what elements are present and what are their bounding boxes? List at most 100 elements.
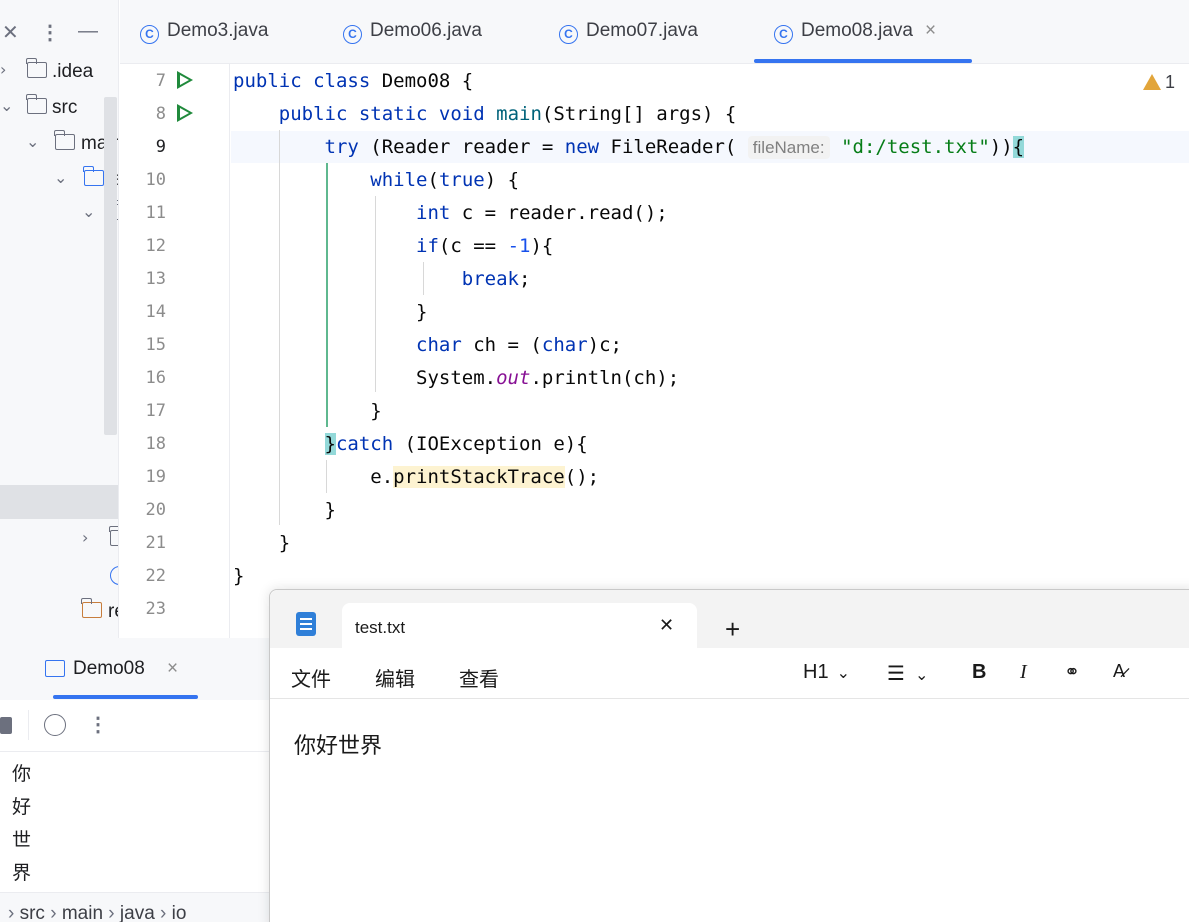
tab-demo07[interactable]: C Demo07.java (559, 20, 698, 44)
bold-icon[interactable]: B (972, 661, 986, 684)
breadcrumb-item[interactable]: java (120, 903, 155, 922)
code-line: } (233, 301, 428, 323)
run-tab-label[interactable]: Demo08 (73, 658, 145, 680)
notepad-text-content[interactable]: 你好世界 (294, 728, 382, 760)
code-line: }catch (IOException e){ (324, 433, 588, 455)
tree-item-resources[interactable]: resources (0, 596, 118, 630)
parameter-hint: fileName: (747, 136, 830, 159)
close-tab-icon[interactable]: ✕ (659, 615, 674, 636)
breadcrumb-item[interactable]: main (62, 903, 103, 922)
spellcheck-icon[interactable]: A̷ (1113, 661, 1125, 682)
active-run-tab-indicator (53, 695, 198, 699)
breadcrumb-item[interactable]: io (172, 903, 187, 922)
code-line: System.out.println(ch); (233, 367, 680, 389)
class-icon (110, 566, 118, 585)
code-line: } (233, 565, 245, 587)
stop-icon[interactable] (0, 717, 12, 734)
chevron-down-icon[interactable]: ⌄ (0, 96, 13, 115)
notepad-app-icon (296, 612, 316, 636)
run-main-icon[interactable] (177, 104, 193, 122)
menu-view[interactable]: 查看 (459, 663, 499, 692)
run-tabs: Demo08 × (0, 638, 270, 700)
class-icon: C (140, 25, 159, 44)
tree-item-subpackage[interactable]: › (0, 524, 118, 558)
line-number: 11 (145, 203, 166, 223)
chevron-down-icon[interactable]: ⌄ (54, 168, 67, 187)
line-number: 21 (145, 533, 166, 553)
line-number: 18 (145, 434, 166, 454)
tab-demo3[interactable]: C Demo3.java (140, 20, 268, 44)
chevron-right-icon[interactable]: › (82, 528, 88, 547)
chevron-down-icon[interactable]: ⌄ (82, 202, 95, 221)
folder-icon (54, 130, 75, 150)
collapse-icon[interactable]: — (78, 20, 98, 43)
close-tab-icon[interactable]: × (925, 20, 936, 41)
indent-guide (375, 196, 376, 392)
output-line: 好 (12, 796, 32, 818)
notepad-tab[interactable]: test.txt ✕ (342, 603, 697, 649)
active-tab-indicator (754, 59, 972, 63)
code-line: try (Reader reader = new FileReader( fil… (324, 136, 1025, 159)
editor-tabs: C Demo3.java C Demo06.java C Demo07.java CD… (120, 0, 1189, 64)
chevron-down-icon: ⌄ (914, 667, 929, 684)
code-line: } (233, 400, 382, 422)
italic-icon[interactable]: I (1020, 661, 1027, 684)
run-class-icon[interactable] (177, 71, 193, 89)
folder-icon (26, 58, 47, 78)
code-line: } (233, 532, 291, 554)
line-number: 10 (145, 170, 166, 190)
project-scrollbar[interactable] (104, 97, 117, 435)
code-line: e.printStackTrace(); (233, 466, 600, 488)
code-line: break; (461, 268, 531, 290)
output-line: 界 (12, 862, 32, 884)
warning-icon (1143, 74, 1161, 90)
line-number: 22 (145, 566, 166, 586)
tree-item-src[interactable]: ⌄ src (0, 92, 118, 126)
new-tab-button[interactable]: + (725, 614, 740, 645)
more-options-icon[interactable]: ⋮ (40, 20, 60, 45)
code-line: public static void main(String[] args) { (278, 103, 737, 125)
chevron-down-icon[interactable]: ⌄ (26, 132, 39, 151)
output-line: 世 (12, 829, 32, 851)
line-number: 8 (155, 104, 166, 124)
line-number: 12 (145, 236, 166, 256)
tab-demo08[interactable]: C Demo08.java × (774, 20, 936, 44)
profiler-icon[interactable] (44, 714, 66, 736)
code-line: while(true) { (370, 169, 520, 191)
heading-dropdown[interactable]: H1 ⌄ (803, 661, 850, 684)
line-number: 23 (145, 599, 166, 619)
tree-item-idea[interactable]: › .idea (0, 56, 118, 90)
code-line: } (233, 499, 336, 521)
tab-demo06[interactable]: C Demo06.java (343, 20, 482, 44)
list-dropdown[interactable]: ☰ ⌄ (887, 661, 928, 686)
line-number: 7 (155, 71, 166, 91)
folder-icon (26, 94, 47, 114)
link-icon[interactable]: ⚭ (1064, 661, 1080, 683)
tree-item-class[interactable] (0, 560, 118, 594)
tree-item-main[interactable]: ⌄ main (0, 128, 118, 162)
source-folder-icon (83, 166, 104, 186)
more-options-icon[interactable]: ⋮ (88, 712, 108, 737)
notepad-tab-title: test.txt (355, 618, 406, 637)
project-panel: ✕ ⋮ — › .idea ⌄ src ⌄ main ⌄ java ⌄ › re… (0, 0, 119, 638)
close-run-tab-icon[interactable]: × (167, 658, 178, 680)
chevron-right-icon[interactable]: › (0, 60, 6, 79)
menu-edit[interactable]: 编辑 (375, 663, 415, 692)
line-number: 15 (145, 335, 166, 355)
inspection-widget[interactable]: 1 (1143, 72, 1175, 93)
run-toolbar: ⋮ (0, 700, 270, 752)
chevron-down-icon: ⌄ (836, 665, 850, 682)
line-number: 14 (145, 302, 166, 322)
tree-item-package[interactable]: ⌄ (0, 198, 118, 232)
breadcrumb-item[interactable]: src (20, 903, 45, 922)
line-number: 16 (145, 368, 166, 388)
menu-file[interactable]: 文件 (291, 663, 331, 692)
tree-selection-highlight (0, 485, 118, 519)
class-icon: C (343, 25, 362, 44)
tree-item-java[interactable]: ⌄ java (0, 164, 118, 198)
package-icon (109, 526, 118, 546)
class-icon: C (559, 25, 578, 44)
code-line: int c = reader.read(); (416, 202, 668, 224)
close-icon[interactable]: ✕ (2, 20, 19, 45)
output-line: 你 (12, 763, 32, 785)
